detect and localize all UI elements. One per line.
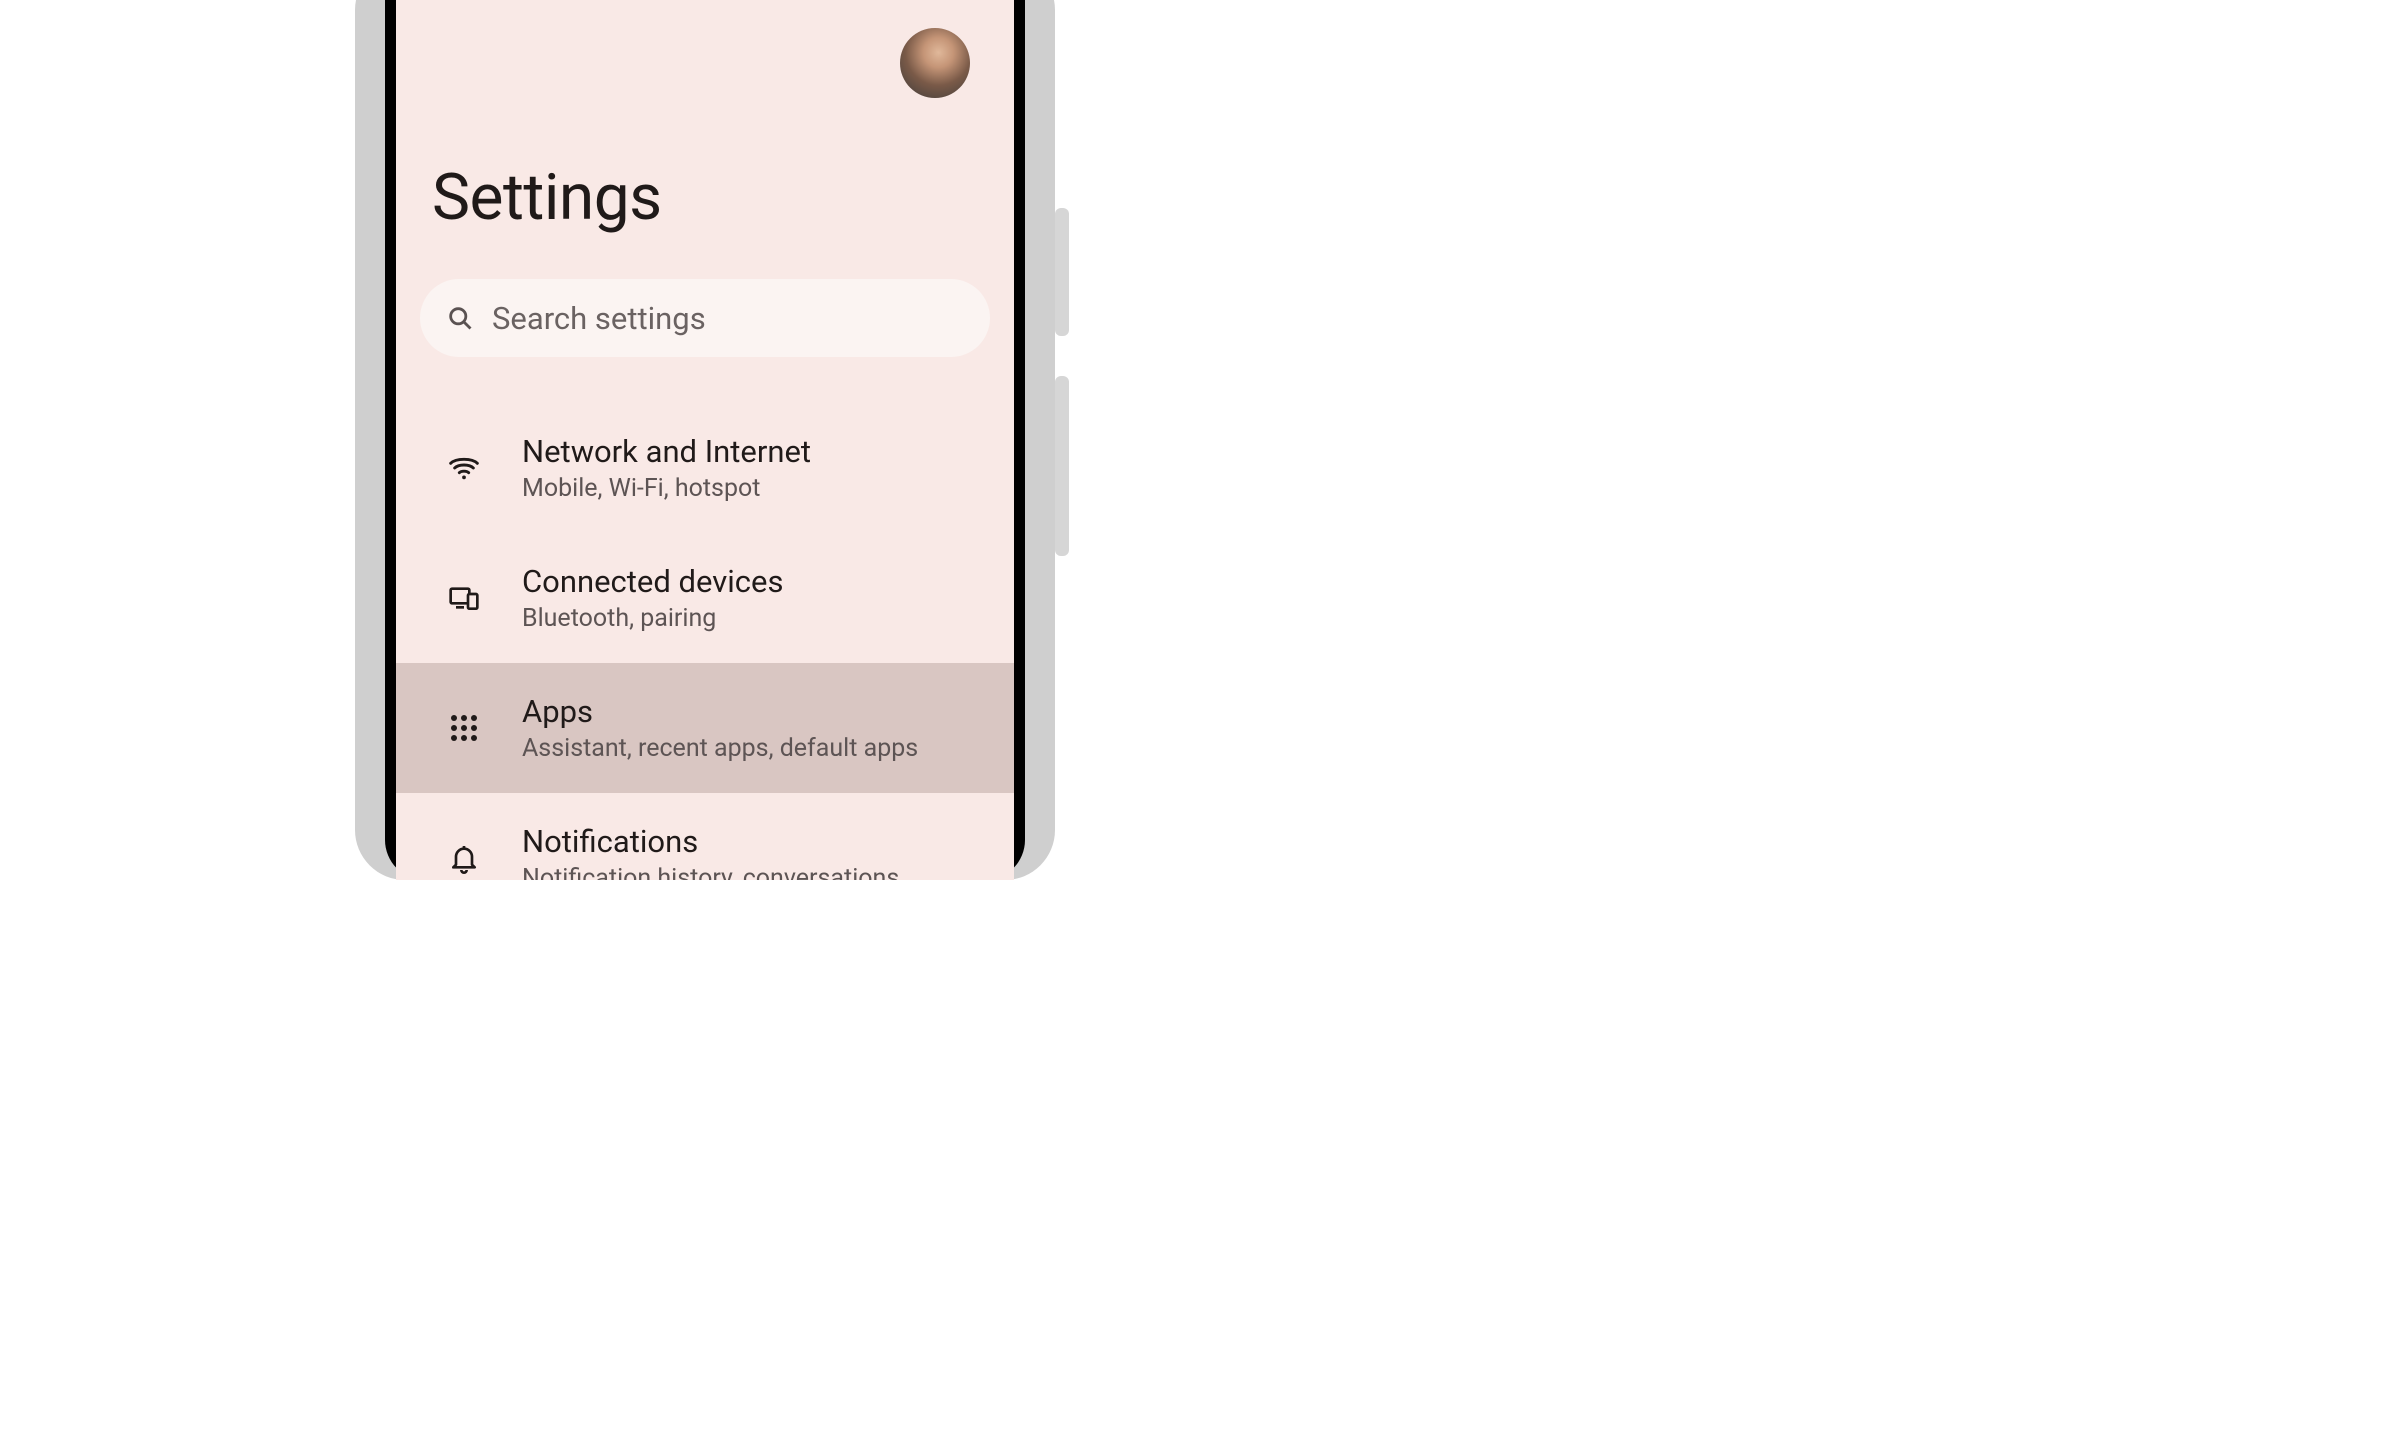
settings-list: Network and Internet Mobile, Wi-Fi, hots…	[396, 403, 1014, 880]
settings-item-notifications[interactable]: Notifications Notification history, conv…	[396, 793, 1014, 880]
search-placeholder: Search settings	[492, 300, 706, 337]
settings-item-title: Network and Internet	[522, 433, 811, 470]
settings-item-subtitle: Mobile, Wi-Fi, hotspot	[522, 474, 811, 503]
phone-screen: Settings Search settings Network and Int…	[396, 0, 1014, 880]
phone-side-button-top	[1055, 208, 1069, 336]
settings-item-connected-devices[interactable]: Connected devices Bluetooth, pairing	[396, 533, 1014, 663]
settings-item-texts: Apps Assistant, recent apps, default app…	[522, 693, 918, 763]
settings-item-subtitle: Notification history, conversations	[522, 864, 899, 880]
settings-header: Settings	[396, 0, 1014, 235]
settings-item-subtitle: Assistant, recent apps, default apps	[522, 734, 918, 763]
wifi-icon	[446, 450, 482, 486]
settings-item-texts: Network and Internet Mobile, Wi-Fi, hots…	[522, 433, 811, 503]
search-bar[interactable]: Search settings	[420, 279, 990, 357]
devices-icon	[446, 580, 482, 616]
settings-item-title: Notifications	[522, 823, 899, 860]
page-title: Settings	[432, 98, 978, 235]
search-icon	[446, 304, 474, 332]
settings-item-network[interactable]: Network and Internet Mobile, Wi-Fi, hots…	[396, 403, 1014, 533]
apps-icon	[446, 710, 482, 746]
settings-item-subtitle: Bluetooth, pairing	[522, 604, 783, 633]
settings-item-apps[interactable]: Apps Assistant, recent apps, default app…	[396, 663, 1014, 793]
phone-side-button-bottom	[1055, 376, 1069, 556]
settings-item-title: Connected devices	[522, 563, 783, 600]
settings-item-title: Apps	[522, 693, 918, 730]
settings-item-texts: Notifications Notification history, conv…	[522, 823, 899, 880]
settings-item-texts: Connected devices Bluetooth, pairing	[522, 563, 783, 633]
profile-avatar[interactable]	[900, 28, 970, 98]
bell-icon	[446, 840, 482, 876]
